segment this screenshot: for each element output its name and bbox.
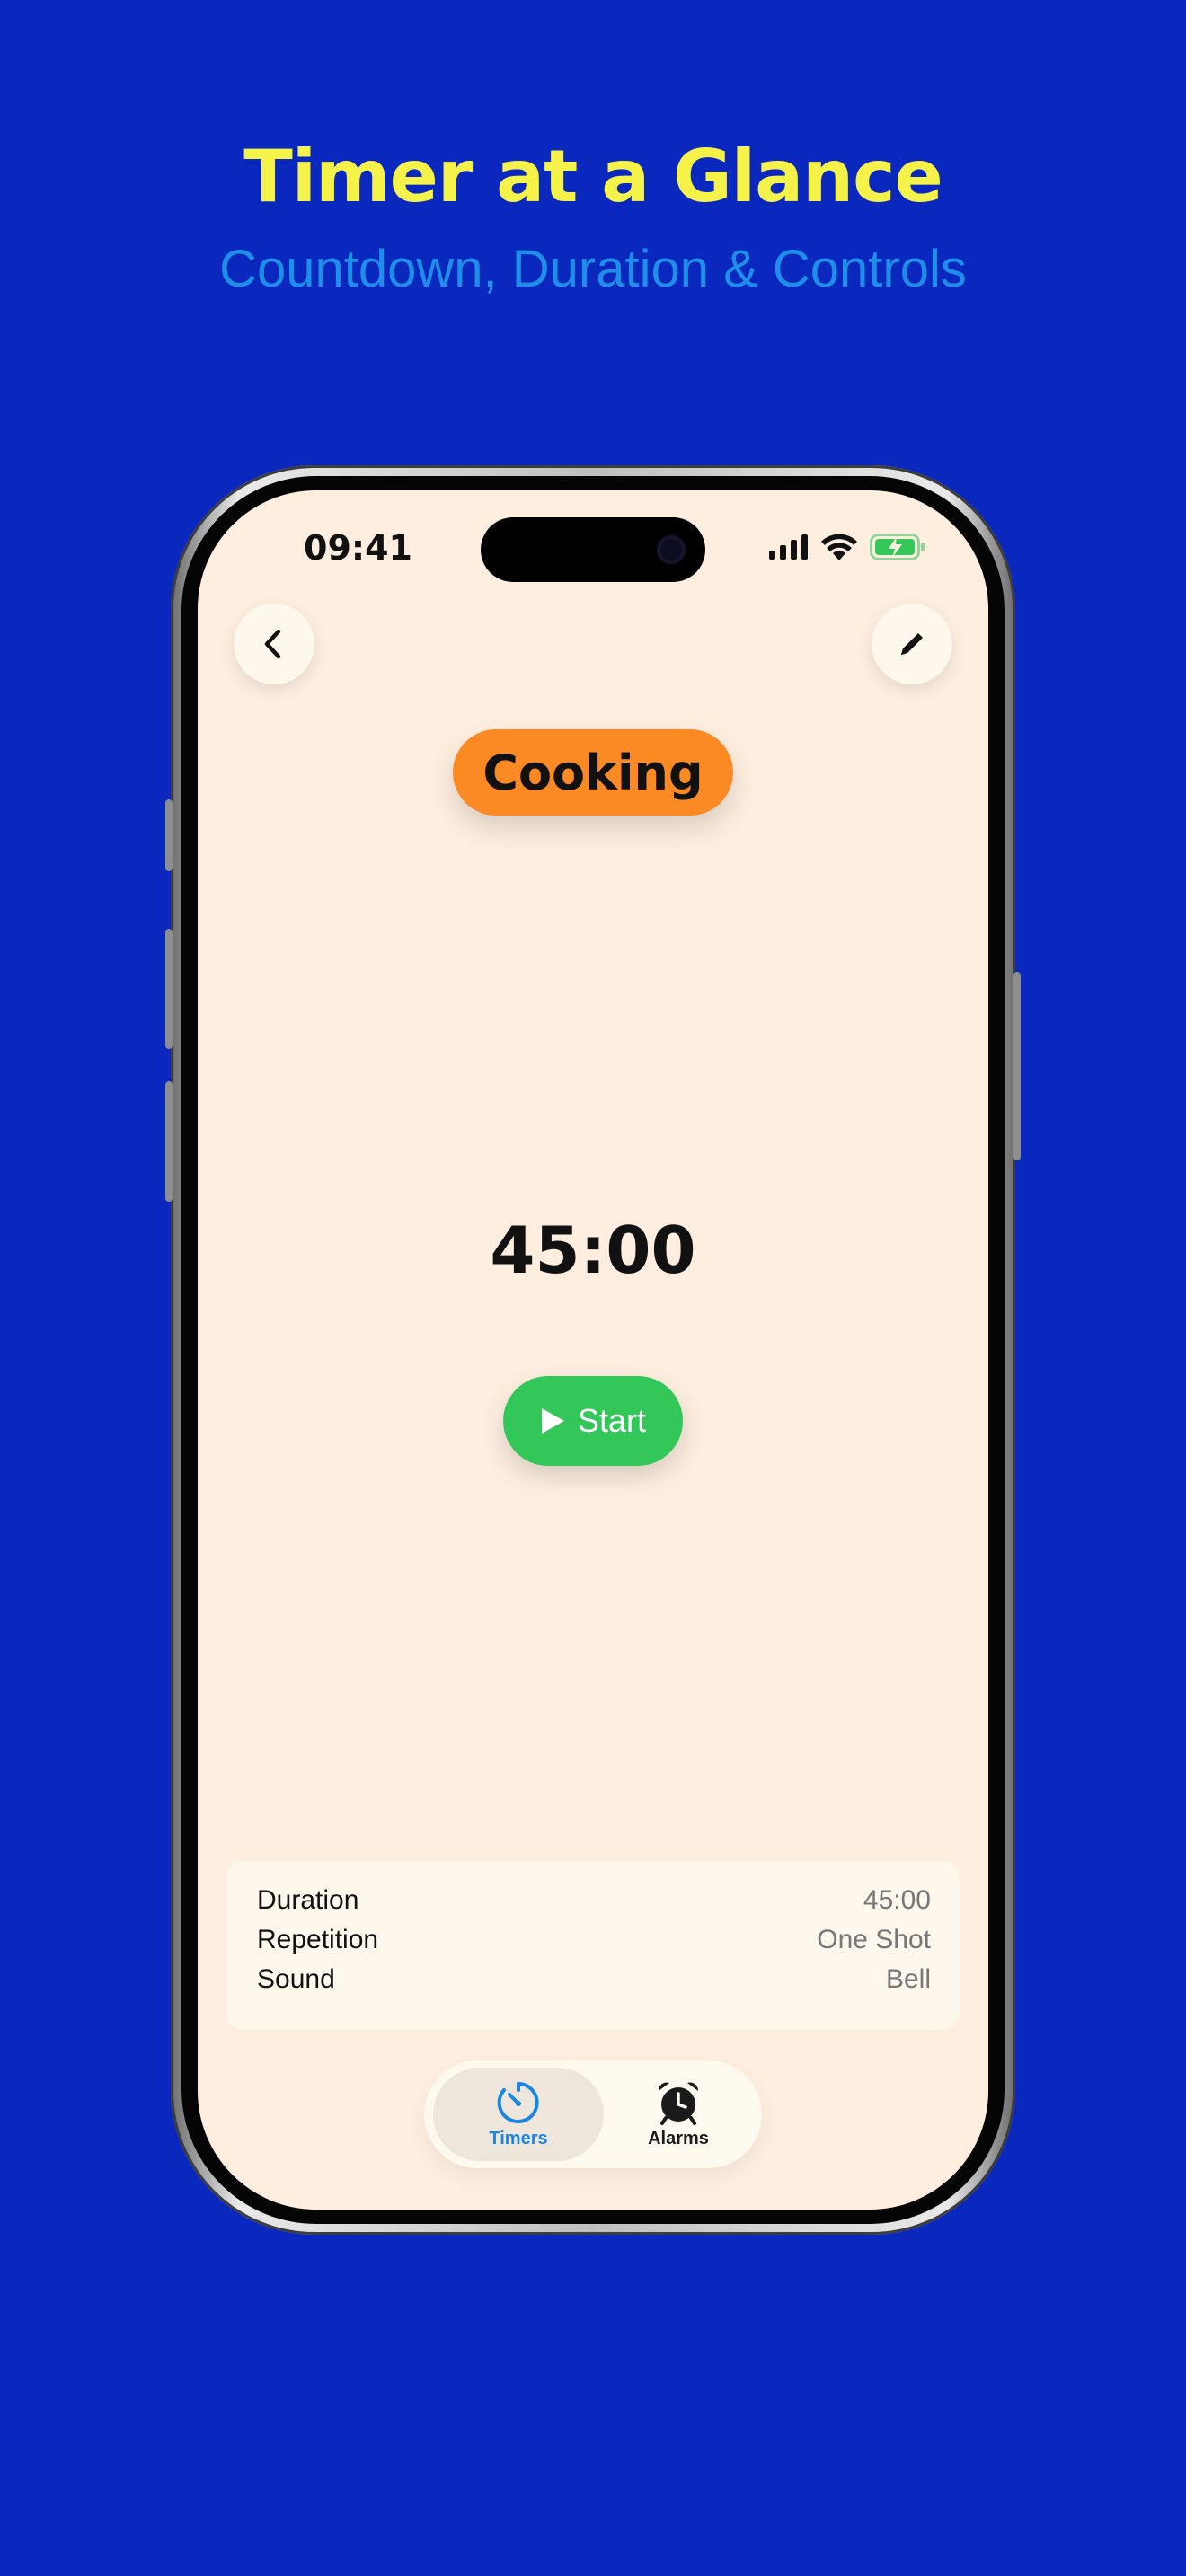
marketing-subheadline: Countdown, Duration & Controls [219,240,967,298]
front-camera [657,535,686,564]
detail-row-duration: Duration 45:00 [257,1883,931,1919]
detail-value: One Shot [817,1925,931,1954]
cellular-signal-icon [769,534,808,560]
tab-timers[interactable]: Timers [433,2068,604,2161]
tab-alarms-label: Alarms [648,2128,709,2148]
tab-alarms[interactable]: Alarms [602,2068,755,2161]
countdown-display: 45:00 [490,1213,696,1288]
marketing-headline: Timer at a Glance [243,135,943,218]
detail-row-repetition: Repetition One Shot [257,1922,931,1958]
start-button-label: Start [577,1402,647,1439]
dynamic-island [481,517,705,582]
back-button[interactable] [234,604,314,684]
detail-value: Bell [885,1964,931,1994]
detail-label: Duration [257,1885,359,1915]
volume-down-button [165,1081,173,1202]
start-button[interactable]: Start [503,1376,683,1466]
detail-label: Repetition [257,1925,379,1954]
app-screen: 09:41 Cooking 45:00 Start Duration 45:00… [198,490,988,2210]
play-icon [541,1408,564,1434]
power-button [1013,972,1021,1160]
alarm-clock-icon [658,2081,699,2125]
volume-up-button [165,929,173,1049]
pencil-icon [901,633,923,655]
tab-bar: Timers Alarms [424,2060,762,2168]
battery-charging-icon [870,534,925,560]
status-icons [769,534,925,560]
detail-value: 45:00 [863,1885,931,1915]
detail-row-sound: Sound Bell [257,1962,931,1998]
chevron-left-icon [264,629,281,659]
timer-category-tag: Cooking [453,729,733,816]
action-button [165,799,173,871]
timer-icon [497,2081,539,2123]
edit-button[interactable] [872,604,952,684]
tab-timers-label: Timers [489,2128,548,2148]
timer-details-card: Duration 45:00 Repetition One Shot Sound… [226,1861,960,2030]
status-time: 09:41 [304,528,412,568]
detail-label: Sound [257,1964,335,1994]
wifi-icon [821,534,857,560]
